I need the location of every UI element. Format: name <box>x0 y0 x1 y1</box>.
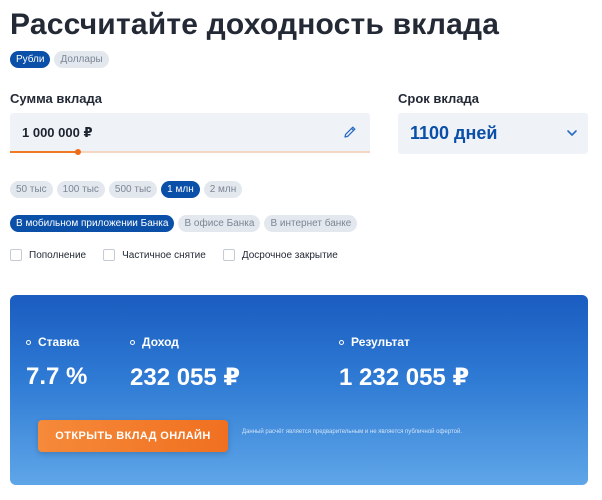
open-deposit-button[interactable]: ОТКРЫТЬ ВКЛАД ОНЛАЙН <box>38 420 228 452</box>
preset-500k[interactable]: 500 тыс <box>108 181 158 198</box>
bullet-icon <box>130 339 135 345</box>
currency-tab-usd[interactable]: Доллары <box>54 51 109 68</box>
amount-slider-handle[interactable] <box>75 149 82 155</box>
preset-2m[interactable]: 2 млн <box>203 181 243 198</box>
chevron-down-icon[interactable] <box>566 128 578 138</box>
disclaimer-text: Данный расчёт является предварительным и… <box>242 429 463 435</box>
replenishment-checkbox[interactable] <box>10 249 22 261</box>
term-value: 1100 дней <box>410 123 498 143</box>
income-value: 232 055 ₽ <box>130 364 241 391</box>
total-label: Результат <box>351 335 410 349</box>
replenishment-label: Пополнение <box>29 249 87 261</box>
pencil-icon[interactable] <box>342 124 358 140</box>
currency-tabs: Рубли Доллары <box>10 51 109 68</box>
amount-slider-fill <box>10 151 79 153</box>
currency-tab-rub[interactable]: Рубли <box>10 51 51 68</box>
term-select[interactable]: 1100 дней <box>398 113 588 154</box>
amount-label: Сумма вклада <box>10 91 102 106</box>
channel-mobile-app[interactable]: В мобильном приложении Банка <box>10 215 175 232</box>
amount-slider[interactable] <box>10 149 370 155</box>
rate-value: 7.7 % <box>26 363 88 390</box>
early-closure-checkbox[interactable] <box>222 249 235 261</box>
amount-presets: 50 тыс 100 тыс 500 тыс 1 млн 2 млн <box>10 181 243 198</box>
term-label: Срок вклада <box>398 91 480 106</box>
option-early-closure[interactable]: Досрочное закрытие <box>222 249 338 261</box>
partial-withdrawal-label: Частичное снятие <box>122 249 206 261</box>
deposit-options: Пополнение Частичное снятие Досрочное за… <box>10 249 355 261</box>
preset-1m[interactable]: 1 млн <box>161 181 200 198</box>
amount-input[interactable]: 1 000 000 ₽ <box>10 113 370 153</box>
rate-stat: Ставка 7.7 % <box>26 335 87 391</box>
bullet-icon <box>26 339 31 345</box>
rate-label: Ставка <box>38 335 80 349</box>
preset-100k[interactable]: 100 тыс <box>56 181 105 198</box>
total-value: 1 232 055 ₽ <box>339 364 470 391</box>
results-panel: Ставка 7.7 % Доход 232 055 ₽ Результат 1… <box>10 295 588 485</box>
channel-office[interactable]: В офисе Банка <box>178 215 261 232</box>
bullet-icon <box>339 339 344 345</box>
amount-value[interactable]: 1 000 000 ₽ <box>22 125 93 141</box>
option-replenishment[interactable]: Пополнение <box>10 249 86 261</box>
early-closure-label: Досрочное закрытие <box>241 249 338 261</box>
channel-internet-bank[interactable]: В интернет банке <box>264 215 358 232</box>
income-stat: Доход 232 055 ₽ <box>130 335 240 392</box>
partial-withdrawal-checkbox[interactable] <box>103 249 116 261</box>
income-label: Доход <box>142 335 179 349</box>
total-stat: Результат 1 232 055 ₽ <box>339 335 469 392</box>
channel-options: В мобильном приложении Банка В офисе Бан… <box>10 215 358 232</box>
preset-50k[interactable]: 50 тыс <box>10 181 53 198</box>
option-partial-withdrawal[interactable]: Частичное снятие <box>103 249 206 261</box>
page-title: Рассчитайте доходность вклада <box>10 8 500 41</box>
